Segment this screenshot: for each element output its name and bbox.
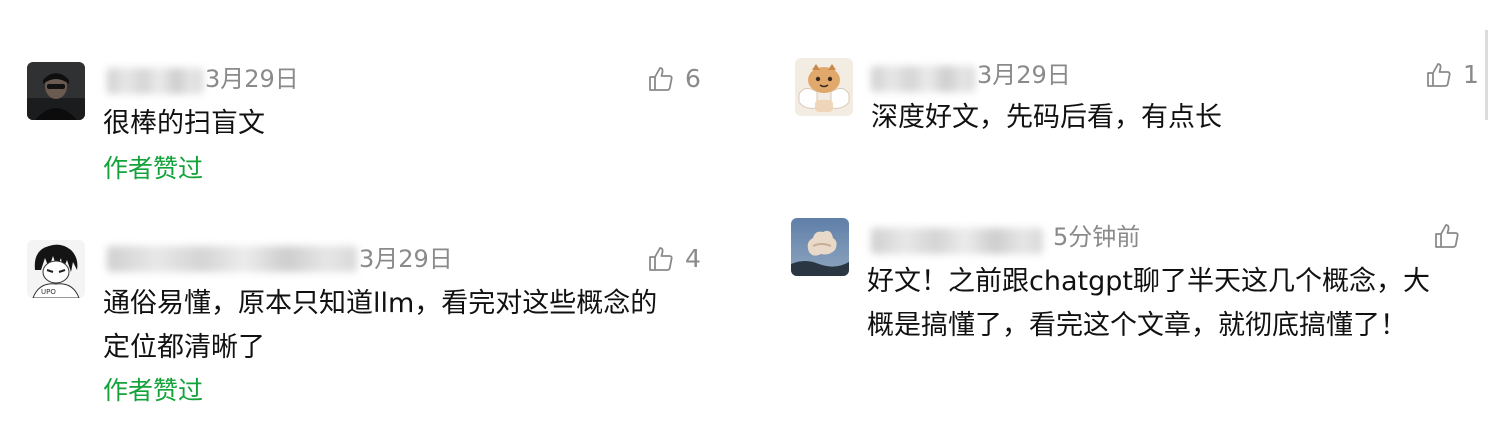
avatar-image <box>27 62 85 120</box>
author-liked-label: 作者赞过 <box>103 376 204 405</box>
thumb-up-icon <box>649 67 673 91</box>
avatar-image <box>791 218 849 276</box>
avatar-image: UPO <box>27 240 85 298</box>
thumb-up-icon <box>1435 224 1459 248</box>
username-blurred[interactable] <box>107 68 203 94</box>
like-count: 6 <box>685 64 701 93</box>
comment-item-1: 3月29日 6 很棒的扫盲文 作者赞过 <box>27 62 707 192</box>
svg-text:UPO: UPO <box>41 288 56 296</box>
like-count: 4 <box>685 244 701 273</box>
avatar-image <box>795 58 853 116</box>
thumb-up-icon <box>1427 63 1451 87</box>
avatar[interactable] <box>795 58 853 116</box>
comment-text-line: 很棒的扫盲文 <box>103 108 265 139</box>
like-button[interactable]: 4 <box>647 244 701 274</box>
avatar[interactable] <box>791 218 849 276</box>
comment-text: 深度好文，先码后看，有点长 <box>871 96 1222 140</box>
username-blurred[interactable] <box>871 66 975 92</box>
comment-item-4: 5分钟前 好文！之前跟chatgpt聊了半天这几个概念，大 概是搞懂了，看完这个… <box>791 218 1481 348</box>
comment-text-line: 定位都清晰了 <box>103 332 265 363</box>
comment-text: 好文！之前跟chatgpt聊了半天这几个概念，大 概是搞懂了，看完这个文章，就彻… <box>867 260 1430 348</box>
comment-text: 很棒的扫盲文 <box>103 102 265 146</box>
thumb-up-icon <box>649 247 673 271</box>
username-blurred[interactable] <box>871 228 1043 254</box>
like-button[interactable]: 1 <box>1425 60 1479 90</box>
avatar[interactable] <box>27 62 85 120</box>
author-liked-label: 作者赞过 <box>103 154 204 183</box>
comment-text-line: 概是搞懂了，看完这个文章，就彻底搞懂了！ <box>867 310 1407 341</box>
like-count: 1 <box>1463 60 1479 89</box>
like-button[interactable]: 6 <box>647 64 701 94</box>
comment-text: 通俗易懂，原本只知道llm，看完对这些概念的 定位都清晰了 <box>103 282 657 370</box>
comment-time: 3月29日 <box>977 61 1071 89</box>
like-button[interactable] <box>1433 222 1471 250</box>
comment-text-line: 好文！之前跟chatgpt聊了半天这几个概念，大 <box>867 266 1430 297</box>
comment-text-line: 通俗易懂，原本只知道llm，看完对这些概念的 <box>103 288 658 319</box>
comment-item-2: UPO 3月29日 4 通俗易懂，原本只知道llm，看完对这些概念的 定位都清晰… <box>27 240 707 410</box>
username-blurred[interactable] <box>107 246 357 272</box>
comment-time: 3月29日 <box>359 245 453 273</box>
comment-item-3: 3月29日 1 深度好文，先码后看，有点长 <box>795 58 1480 148</box>
comment-time: 5分钟前 <box>1053 223 1141 251</box>
comment-text-line: 深度好文，先码后看，有点长 <box>871 102 1222 133</box>
comment-time: 3月29日 <box>205 65 299 93</box>
avatar[interactable]: UPO <box>27 240 85 298</box>
